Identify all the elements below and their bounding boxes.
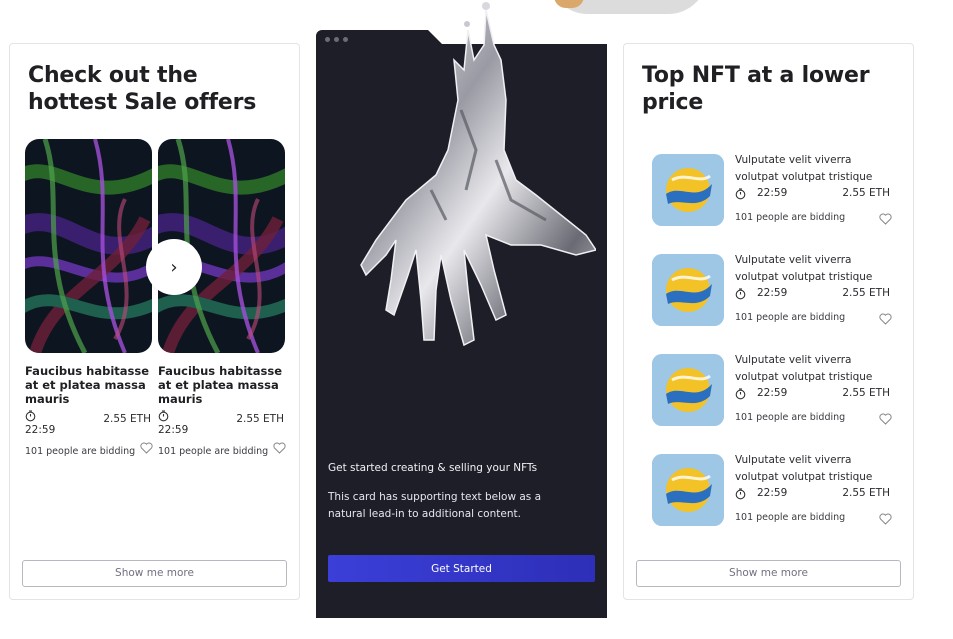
nft-thumbnail — [652, 154, 724, 226]
heart-icon[interactable] — [879, 413, 892, 425]
nft-thumbnail — [652, 254, 724, 326]
bidding-text: 101 people are bidding — [735, 212, 846, 223]
stopwatch-icon — [735, 388, 746, 400]
list-item[interactable]: Vulputate velit viverra volutpat volutpa… — [652, 454, 902, 554]
nft-thumbnail — [652, 354, 724, 426]
nft-card[interactable]: Faucibus habitasse at et platea massa ma… — [25, 139, 153, 460]
list-item[interactable]: Vulputate velit viverra volutpat volutpa… — [652, 154, 902, 254]
stopwatch-icon — [25, 410, 36, 422]
nft-artwork-image — [25, 139, 152, 353]
card-supporting-text: This card has supporting text below as a… — [328, 491, 542, 520]
bidding-text: 101 people are bidding — [735, 312, 846, 323]
nft-title: Vulputate velit viverra volutpat volutpa… — [735, 254, 873, 283]
show-more-button[interactable]: Show me more — [22, 560, 287, 587]
bidding-text: 101 people are bidding — [735, 512, 846, 523]
list-item[interactable]: Vulputate velit viverra volutpat volutpa… — [652, 354, 902, 454]
nft-price: 2.55 ETH — [842, 387, 890, 399]
list-item[interactable]: Vulputate velit viverra volutpat volutpa… — [652, 254, 902, 354]
chevron-right-icon: › — [170, 256, 178, 278]
countdown-time: 22:59 — [158, 424, 189, 436]
heart-icon[interactable] — [273, 442, 286, 454]
nft-title: Vulputate velit viverra volutpat volutpa… — [735, 454, 873, 483]
bidding-count: 101 people are bidding — [25, 442, 153, 460]
bidding-text: 101 people are bidding — [25, 446, 136, 457]
card-title: Top NFT at a lower price — [642, 63, 870, 115]
get-started-button[interactable]: Get Started — [328, 555, 595, 582]
show-more-button[interactable]: Show me more — [636, 560, 901, 587]
get-started-card: Get started creating & selling your NFTs… — [316, 2, 607, 618]
bidding-count: 101 people are bidding — [158, 442, 286, 460]
countdown-time: 22:59 — [757, 287, 788, 299]
stopwatch-icon — [735, 488, 746, 500]
nft-card[interactable]: Faucibus habitasse at et platea massa ma… — [158, 139, 286, 460]
nft-name: Faucibus habitasse at et platea massa ma… — [25, 364, 150, 406]
nft-price: 2.55 ETH — [842, 487, 890, 499]
carousel-next-button[interactable]: › — [146, 239, 202, 295]
stopwatch-icon — [158, 410, 169, 422]
nft-showcase-page: Check out the hottest Sale offers Faucib… — [0, 0, 953, 639]
heart-icon[interactable] — [140, 442, 153, 454]
nft-price: 2.55 ETH — [103, 413, 151, 425]
nft-price: 2.55 ETH — [236, 413, 284, 425]
nft-title: Vulputate velit viverra volutpat volutpa… — [735, 354, 873, 383]
hottest-sale-offers-card: Check out the hottest Sale offers Faucib… — [9, 43, 300, 600]
nft-meta: 22:59 2.55 ETH — [25, 410, 153, 438]
nft-thumbnail — [652, 454, 724, 526]
nft-price: 2.55 ETH — [842, 187, 890, 199]
card-heading: Get started creating & selling your NFTs — [328, 462, 538, 474]
nft-name: Faucibus habitasse at et platea massa ma… — [158, 364, 283, 406]
card-title: Check out the hottest Sale offers — [28, 63, 257, 115]
countdown-time: 22:59 — [757, 487, 788, 499]
nft-price: 2.55 ETH — [842, 287, 890, 299]
heart-icon[interactable] — [879, 213, 892, 225]
chrome-hand-illustration — [360, 2, 596, 347]
countdown-time: 22:59 — [757, 187, 788, 199]
heart-icon[interactable] — [879, 313, 892, 325]
bidding-text: 101 people are bidding — [735, 412, 846, 423]
countdown-time: 22:59 — [25, 424, 56, 436]
nft-list: Vulputate velit viverra volutpat volutpa… — [652, 154, 902, 554]
stopwatch-icon — [735, 288, 746, 300]
countdown-time: 22:59 — [757, 387, 788, 399]
bidding-text: 101 people are bidding — [158, 446, 269, 457]
nft-title: Vulputate velit viverra volutpat volutpa… — [735, 154, 873, 183]
heart-icon[interactable] — [879, 513, 892, 525]
top-nft-lower-price-card: Top NFT at a lower price Vulputate velit… — [623, 43, 914, 600]
stopwatch-icon — [735, 188, 746, 200]
nft-meta: 22:59 2.55 ETH — [158, 410, 286, 438]
